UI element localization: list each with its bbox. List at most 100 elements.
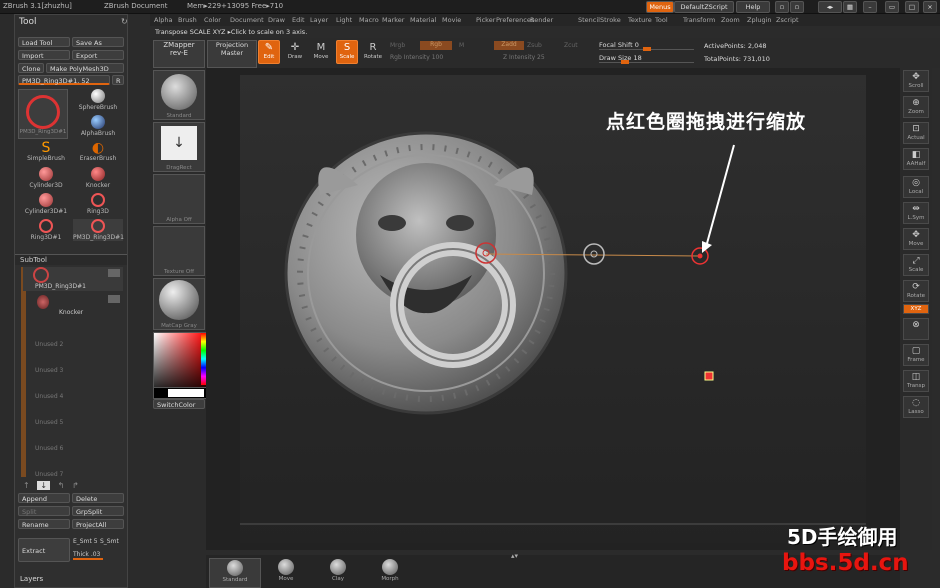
subtool-header[interactable]: SubTool [15, 254, 127, 265]
subtool-row[interactable]: PM3D_Ring3D#1 [23, 267, 123, 291]
eye-icon[interactable] [108, 295, 120, 303]
menu-item-texture[interactable]: Texture [628, 16, 652, 24]
edit-button[interactable]: ✎ Edit [258, 40, 280, 64]
rgb-intensity-slider[interactable]: Rgb Intensity 100 [390, 54, 443, 61]
menu-item-picker[interactable]: Picker [476, 16, 495, 24]
menu-item-light[interactable]: Light [336, 16, 352, 24]
menu-item-alpha[interactable]: Alpha [154, 16, 172, 24]
minimize-icon[interactable]: – [863, 1, 877, 13]
subtool-row[interactable]: Unused 6 [23, 437, 123, 461]
right-shelf-frame-button[interactable]: ▢ Frame [903, 344, 929, 366]
rgb-button[interactable]: Rgb [420, 41, 452, 50]
brush-pm3d-ring-large[interactable]: PM3D_Ring3D#1 [18, 89, 68, 139]
brush-knocker[interactable]: Knocker [73, 167, 123, 189]
projectall-button[interactable]: ProjectAll [72, 519, 124, 529]
knocker-model[interactable] [284, 131, 568, 415]
delete-button[interactable]: Delete [72, 493, 124, 503]
focal-shift-slider[interactable]: Focal Shift 0 [599, 41, 694, 51]
brush-simple[interactable]: S SimpleBrush [21, 141, 71, 162]
maximize-icon[interactable]: □ [905, 1, 919, 13]
menu-item-zscript[interactable]: Zscript [776, 16, 799, 24]
default-zscript-button[interactable]: DefaultZScript [674, 1, 734, 13]
menu-item-brush[interactable]: Brush [178, 16, 197, 24]
menu-item-transform[interactable]: Transform [683, 16, 715, 24]
menu-item-macro[interactable]: Macro [359, 16, 379, 24]
menu-item-stroke[interactable]: Stroke [600, 16, 621, 24]
menu-item-layer[interactable]: Layer [310, 16, 328, 24]
zsub-button[interactable]: Zsub [527, 42, 542, 49]
zadd-button[interactable]: Zadd [494, 41, 524, 50]
right-shelf-transp-button[interactable]: ◫ Transp [903, 370, 929, 392]
e-smt-slider[interactable]: E_Smt 5 [73, 538, 98, 545]
menu-item-document[interactable]: Document [230, 16, 264, 24]
right-shelf-lsym-button[interactable]: ⇹ L.Sym [903, 202, 929, 224]
make-polymesh-button[interactable]: Make PolyMesh3D [46, 63, 124, 73]
document-canvas[interactable] [240, 75, 866, 543]
refresh-icon[interactable]: ↻ [121, 17, 128, 26]
s-smt-slider[interactable]: S_Smt [100, 538, 119, 545]
draw-size-slider[interactable]: Draw Size 18 [599, 54, 694, 64]
right-shelf-xyz-button[interactable]: XYZ [903, 304, 929, 314]
rename-button[interactable]: Rename [18, 519, 70, 529]
right-shelf-polyframe-button[interactable]: ⊗ [903, 318, 929, 340]
rotate-button[interactable]: R Rotate [362, 40, 384, 64]
dragrect-stroke-slot[interactable]: ↓ DragRect [153, 122, 205, 172]
close-icon[interactable]: × [923, 1, 937, 13]
bottom-brush-morph[interactable]: Morph [365, 558, 415, 586]
split-button[interactable]: Split [18, 506, 70, 516]
transpose-mid-circle[interactable] [583, 243, 605, 265]
secondary-color-swatch[interactable] [168, 389, 204, 397]
arrows-icon[interactable]: ◂▸ [818, 1, 842, 13]
bottom-brush-standard[interactable]: Standard [209, 558, 261, 588]
subtool-row[interactable]: Unused 2 [23, 333, 123, 357]
extract-button[interactable]: Extract [18, 538, 70, 562]
r-button[interactable]: R [112, 75, 124, 85]
switchcolor-button[interactable]: SwitchColor [153, 399, 205, 409]
menu-item-color[interactable]: Color [204, 16, 221, 24]
menu-item-zplugin[interactable]: Zplugin [747, 16, 772, 24]
tray-toggle-icon[interactable]: ▴▾ [511, 552, 518, 560]
menu-item-material[interactable]: Material [410, 16, 436, 24]
menu-item-edit[interactable]: Edit [292, 16, 305, 24]
brush-ring3d[interactable]: Ring3D [73, 193, 123, 215]
menu-item-zoom[interactable]: Zoom [721, 16, 740, 24]
m-button[interactable]: M [459, 42, 464, 49]
slider-handle[interactable] [621, 60, 629, 64]
standard-brush-slot[interactable]: Standard [153, 70, 205, 120]
help-button[interactable]: Help [736, 1, 770, 13]
brush-alpha[interactable]: AlphaBrush [73, 115, 123, 137]
color-swatches[interactable] [153, 387, 207, 399]
menu-item-preferences[interactable]: Preferences [496, 16, 534, 24]
bottom-brush-move[interactable]: Move [261, 558, 311, 586]
thick-slider[interactable]: Thick .03 [73, 551, 103, 560]
right-shelf-local-button[interactable]: ◎ Local [903, 176, 929, 198]
current-tool-slider[interactable]: PM3D_Ring3D#1. 52 [18, 75, 110, 85]
load-tool-button[interactable]: Load Tool [18, 37, 70, 47]
brush-ring3d-1[interactable]: Ring3D#1 [21, 219, 71, 241]
right-shelf-scale-button[interactable]: ⤢ Scale [903, 254, 929, 276]
z-intensity-slider[interactable]: Z Intensity 25 [503, 54, 545, 61]
brush-eraser[interactable]: ◐ EraserBrush [73, 141, 123, 162]
restore-icon[interactable]: ▭ [885, 1, 899, 13]
menu-item-render[interactable]: Render [530, 16, 553, 24]
grid-icon[interactable]: ▦ [843, 1, 857, 13]
menu-item-draw[interactable]: Draw [268, 16, 285, 24]
right-shelf-zoom-button[interactable]: ⊕ Zoom [903, 96, 929, 118]
right-shelf-scroll-button[interactable]: ✥ Scroll [903, 70, 929, 92]
window-icon[interactable]: ▫ [775, 1, 789, 13]
brush-cylinder3d[interactable]: Cylinder3D [21, 167, 71, 189]
material-slot[interactable]: MatCap Gray [153, 278, 205, 330]
export-button[interactable]: Export [72, 50, 124, 60]
subtool-arrows[interactable]: ↑ ↓ ↰ ↱ [23, 481, 79, 490]
subtool-row[interactable]: Unused 3 [23, 359, 123, 383]
grpsplit-button[interactable]: GrpSplit [72, 506, 124, 516]
save-as-button[interactable]: Save As [72, 37, 124, 47]
draw-button[interactable]: ✛ Draw [284, 40, 306, 64]
right-shelf-rotate-button[interactable]: ⟳ Rotate [903, 280, 929, 302]
right-shelf-actual-button[interactable]: ⊡ Actual [903, 122, 929, 144]
projection-master-button[interactable]: Projection Master [207, 40, 257, 68]
texture-slot[interactable]: Texture Off [153, 226, 205, 276]
bottom-brush-clay[interactable]: Clay [313, 558, 363, 586]
brush-sphere[interactable]: SphereBrush [73, 89, 123, 111]
slider-handle[interactable] [643, 47, 651, 51]
